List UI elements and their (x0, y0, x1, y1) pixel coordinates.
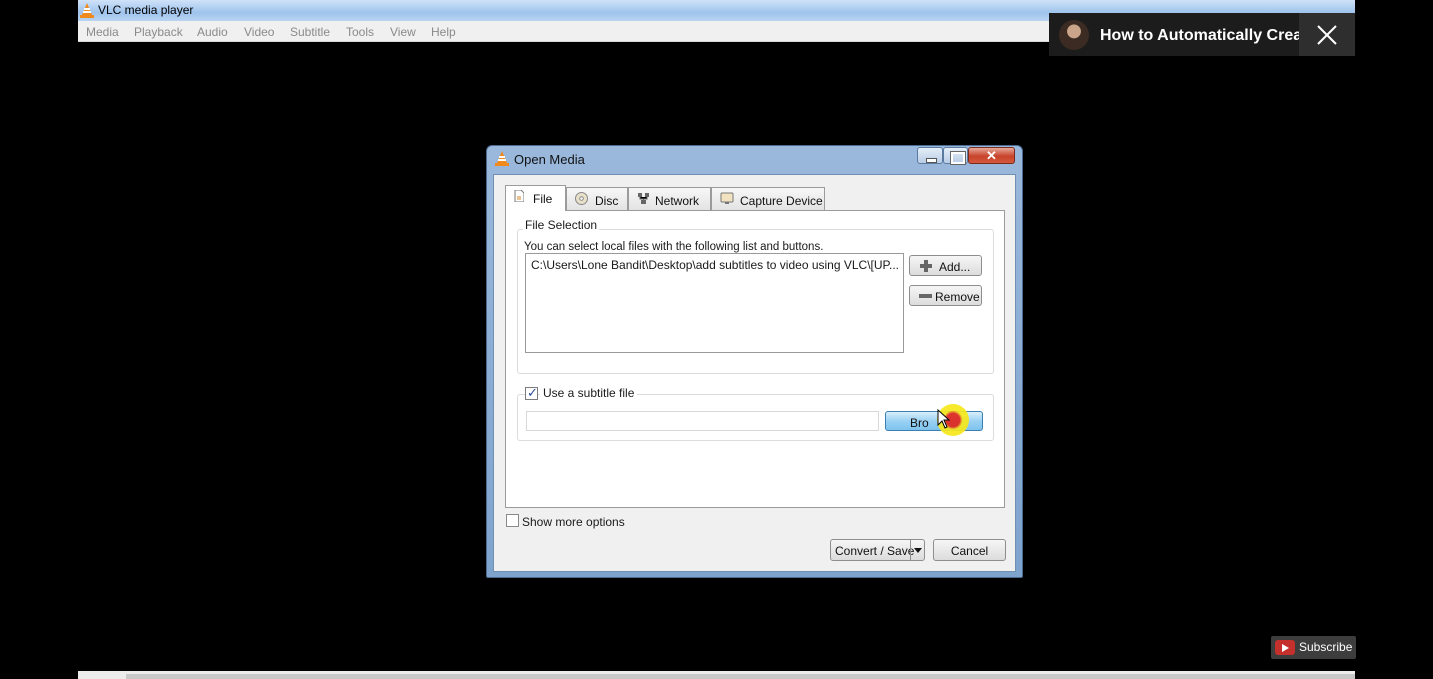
cancel-button-label: Cancel (950, 544, 989, 558)
minimize-button[interactable] (917, 147, 943, 164)
file-selection-description: You can select local files with the foll… (524, 241, 824, 253)
tab-capture-device-label: Capture Device (740, 194, 823, 208)
menu-view[interactable]: View (390, 25, 416, 39)
file-icon (514, 190, 524, 202)
youtube-video-title[interactable]: How to Automatically Crea... (1100, 27, 1315, 45)
add-button[interactable]: Add... (909, 255, 982, 276)
tab-disc[interactable]: Disc (566, 187, 628, 210)
network-icon (638, 193, 649, 204)
cancel-button[interactable]: Cancel (933, 539, 1006, 561)
youtube-subscribe-button[interactable]: Subscribe (1271, 636, 1356, 659)
remove-button-label: Remove (935, 290, 980, 304)
disc-icon (575, 192, 588, 205)
file-selection-title: File Selection (523, 218, 600, 232)
menu-subtitle[interactable]: Subtitle (290, 25, 330, 39)
vlc-window-title: VLC media player (98, 3, 194, 17)
browse-button-label: Bro (910, 416, 929, 430)
vlc-cone-icon (80, 3, 94, 18)
mouse-cursor-icon (937, 409, 951, 429)
menu-playback[interactable]: Playback (134, 25, 183, 39)
vlc-cone-icon (495, 151, 509, 166)
menu-audio[interactable]: Audio (197, 25, 228, 39)
youtube-close-button[interactable] (1299, 13, 1355, 56)
file-list[interactable]: C:\Users\Lone Bandit\Desktop\add subtitl… (525, 253, 904, 353)
minus-icon (919, 294, 932, 298)
chevron-down-icon[interactable] (910, 540, 924, 560)
plus-icon (920, 260, 932, 272)
youtube-video-header: How to Automatically Crea... (1049, 13, 1355, 56)
tab-capture-device[interactable]: Capture Device (711, 187, 825, 210)
use-subtitle-label[interactable]: Use a subtitle file (540, 386, 638, 400)
menu-video[interactable]: Video (244, 25, 274, 39)
tab-file[interactable]: File (505, 185, 566, 211)
browse-button[interactable]: Bro (885, 404, 983, 436)
tab-disc-label: Disc (595, 194, 619, 208)
convert-save-button[interactable]: Convert / Save (830, 539, 925, 561)
convert-save-label: Convert / Save (835, 544, 915, 558)
maximize-button[interactable] (943, 147, 968, 165)
tab-network[interactable]: Network (628, 187, 711, 210)
capture-device-icon (720, 192, 734, 204)
menu-tools[interactable]: Tools (346, 25, 374, 39)
close-icon (1317, 25, 1337, 45)
vlc-seek-bar[interactable] (78, 671, 1355, 679)
file-list-item[interactable]: C:\Users\Lone Bandit\Desktop\add subtitl… (531, 258, 899, 272)
open-media-dialog: Open Media ✕ File Disc Network Capture D… (486, 145, 1023, 578)
tab-file-label: File (533, 192, 553, 206)
add-button-label: Add... (939, 260, 971, 274)
subtitle-path-input[interactable] (526, 411, 879, 431)
remove-button[interactable]: Remove (909, 285, 982, 306)
subscribe-label: Subscribe (1299, 640, 1353, 654)
show-more-options-label[interactable]: Show more options (522, 515, 625, 529)
use-subtitle-checkbox[interactable] (525, 385, 538, 401)
show-more-options-checkbox[interactable] (506, 514, 519, 527)
seek-track[interactable] (126, 674, 1355, 679)
channel-avatar[interactable] (1059, 20, 1089, 50)
menu-help[interactable]: Help (431, 25, 456, 39)
dialog-close-button[interactable]: ✕ (968, 147, 1015, 164)
dialog-body: File Disc Network Capture Device File Se… (493, 174, 1016, 572)
tab-network-label: Network (655, 194, 700, 208)
close-icon: ✕ (986, 148, 997, 163)
menu-media[interactable]: Media (86, 25, 119, 39)
youtube-logo-icon (1275, 640, 1295, 655)
file-tab-panel: File Selection You can select local file… (505, 210, 1005, 508)
dialog-title: Open Media (514, 152, 585, 167)
